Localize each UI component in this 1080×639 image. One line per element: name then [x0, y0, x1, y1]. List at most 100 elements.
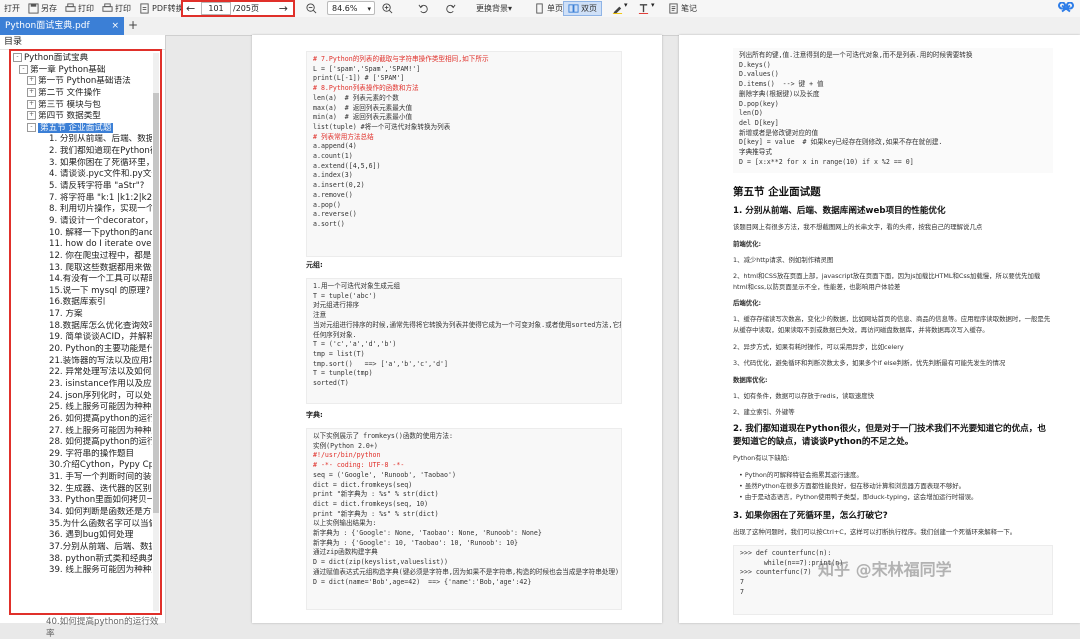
outline-item[interactable]: 24. json序列化时，可以处理的	[11, 391, 152, 403]
outline-item[interactable]: - 第一章 Python基础	[11, 64, 152, 77]
single-page-button[interactable]: 单页	[530, 0, 567, 17]
outline-item[interactable]: + 第四节 数据类型	[11, 111, 152, 123]
outline-item-label: 第五节 企业面试题	[38, 122, 114, 133]
outline-item[interactable]: + 第二节 文件操作	[11, 87, 152, 100]
saveas-button[interactable]: 另存	[24, 0, 61, 17]
pdf-convert-button[interactable]: PDF转换	[135, 0, 188, 17]
code-line: len(a) # 列表元素的个数	[313, 93, 399, 102]
chevron-down-icon[interactable]: ▾	[651, 1, 655, 9]
outline-item[interactable]: 27. 线上服务可能因为种种原因	[11, 426, 152, 438]
outline-item[interactable]: 18.数据库怎么优化查询效率?	[11, 321, 152, 333]
outline-item[interactable]: 13. 爬取这些数据都用来做什么	[11, 263, 152, 275]
outline-item-label: 22. 异常处理写法以及如何主动	[49, 367, 152, 378]
highlighter-icon[interactable]	[612, 3, 623, 14]
close-tab-icon[interactable]: ×	[111, 17, 119, 35]
code-line: a.insert(0,2)	[313, 181, 365, 190]
print2-button[interactable]: 打印	[98, 0, 135, 17]
code-line: 新字典为 : {'Google': 10, 'Taobao': 10, 'Run…	[313, 538, 519, 547]
outline-item[interactable]: 14.有没有一个工具可以帮助查	[11, 274, 152, 286]
outline-item-label: 34. 如何判断是函数还是方法?	[49, 506, 152, 517]
expand-icon[interactable]: +	[27, 87, 36, 97]
scrollbar-thumb[interactable]	[153, 93, 159, 513]
code-line: del D[key]	[739, 118, 779, 127]
outline-item[interactable]: 39. 线上服务可能因为种种原因	[11, 565, 152, 577]
code-line: #!/usr/bin/python	[313, 451, 381, 460]
outline-item[interactable]: 25. 线上服务可能因为种种原因	[11, 402, 152, 414]
outline-item-label: 4. 请谈谈.pyc文件和.py文件的	[49, 169, 152, 180]
outline-item[interactable]: 2. 我们都知道现在Python很火	[11, 146, 152, 158]
rotate-right-icon[interactable]	[445, 3, 456, 14]
collapse-icon[interactable]: -	[19, 64, 28, 74]
expand-icon[interactable]: +	[27, 76, 36, 86]
outline-item-label: 11. how do I iterate over a s	[49, 239, 152, 250]
zoom-in-icon[interactable]	[382, 3, 393, 14]
outline-item[interactable]: - 第五节 企业面试题	[11, 122, 152, 135]
outline-item-label: Python面试宝典	[24, 53, 89, 63]
outline-item[interactable]: 35.为什么函数名字可以当做参数	[11, 519, 152, 531]
outline-item[interactable]: 22. 异常处理写法以及如何主动	[11, 367, 152, 379]
infinity-logo-icon[interactable]	[1058, 2, 1074, 15]
outline-item-overflow[interactable]: 40.如何提高python的运行效率	[46, 615, 165, 639]
prev-page-arrow-icon[interactable]: ←	[186, 2, 195, 16]
outline-item[interactable]: 5. 请反转字符串 "aStr"?	[11, 181, 152, 193]
code-line: T = tunple(tmp)	[313, 369, 373, 378]
outline-item[interactable]: 11. how do I iterate over a s	[11, 239, 152, 251]
outline-item[interactable]: + 第一节 Python基础语法	[11, 76, 152, 88]
change-background-button[interactable]: 更换背景 ▾	[472, 0, 516, 17]
code-line: D.items() --> 键 + 值	[739, 80, 824, 89]
outline-item[interactable]: 4. 请谈谈.pyc文件和.py文件的	[11, 169, 152, 181]
outline-item[interactable]: - Python面试宝典	[11, 53, 152, 65]
code-line: # 8.Python列表操作的函数和方法	[313, 84, 419, 93]
outline-item[interactable]: + 第三节 模块与包	[11, 99, 152, 112]
outline-item[interactable]: 16.数据库索引	[11, 297, 152, 309]
outline-item[interactable]: 28. 如何提高python的运行效率	[11, 437, 152, 449]
outline-sidebar: 目录 - Python面试宝典 - 第一章 Python基础 + 第一节 Python基础…	[0, 35, 166, 639]
zoom-out-icon[interactable]	[306, 3, 317, 14]
outline-item[interactable]: 8. 利用切片操作，实现一个trim	[11, 204, 152, 216]
add-tab-icon[interactable]: +	[128, 17, 138, 34]
outline-item[interactable]: 38. python新式类和经典类的区	[11, 554, 152, 566]
collapse-icon[interactable]: -	[13, 53, 22, 62]
collapse-icon[interactable]: -	[27, 122, 36, 132]
text-tool-icon[interactable]	[638, 3, 649, 14]
outline-item[interactable]: 29. 字符串的操作题目	[11, 449, 152, 461]
outline-item-label: 10. 解释一下python的and-or	[49, 227, 152, 238]
outline-item[interactable]: 33. Python里面如何拷贝一个对	[11, 495, 152, 507]
outline-item[interactable]: 32. 生成器、迭代器的区别?	[11, 484, 152, 496]
expand-icon[interactable]: +	[27, 111, 36, 121]
outline-item[interactable]: 21.装饰器的写法以及应用场景	[11, 356, 152, 368]
outline-scrollbar[interactable]	[153, 53, 159, 611]
open-button[interactable]: 打开	[0, 0, 24, 17]
page-number-input[interactable]: 101	[201, 2, 231, 15]
outline-item[interactable]: 34. 如何判断是函数还是方法?	[11, 507, 152, 519]
outline-item[interactable]: 20. Python的主要功能是什么?	[11, 344, 152, 356]
outline-item[interactable]: 36. 遇到bug如何处理	[11, 530, 152, 542]
chevron-down-icon[interactable]: ▾	[624, 1, 628, 9]
outline-item[interactable]: 17. 方案	[11, 309, 152, 321]
outline-item[interactable]: 37.分别从前端、后端、数据库阐	[11, 542, 152, 554]
outline-item[interactable]: 26. 如何提高python的运行效率	[11, 414, 152, 426]
outline-item[interactable]: 15.说一下 mysql 的原理?	[11, 286, 152, 298]
expand-icon[interactable]: +	[27, 99, 36, 109]
next-page-arrow-icon[interactable]: →	[279, 2, 288, 16]
outline-item[interactable]: 23. isinstance作用以及应用场	[11, 379, 152, 391]
outline-item[interactable]: 10. 解释一下python的and-or	[11, 228, 152, 240]
outline-item[interactable]: 30.介绍Cython，Pypy Cpytho	[11, 460, 152, 472]
notes-button[interactable]: 笔记	[664, 0, 701, 17]
outline-item-label: 13. 爬取这些数据都用来做什么	[49, 262, 152, 273]
zoom-select[interactable]: 84.6% ▾	[327, 1, 375, 15]
outline-item-label: 第四节 数据类型	[38, 111, 101, 122]
outline-item[interactable]: 7. 将字符串 "k:1 |k1:2|k2:3|k3	[11, 193, 152, 205]
outline-item[interactable]: 31. 手写一个判断时间的装饰器	[11, 472, 152, 484]
outline-item[interactable]: 19. 简单谈谈ACID，并解释每一	[11, 332, 152, 344]
print-button[interactable]: 打印	[61, 0, 98, 17]
backend-title: 后端优化:	[733, 299, 762, 307]
outline-item[interactable]: 9. 请设计一个decorator，它可	[11, 216, 152, 228]
outline-item[interactable]: 12. 你在爬虫过程中，都是怎么	[11, 251, 152, 263]
outline-item[interactable]: 1. 分别从前端、后端、数据库阐	[11, 134, 152, 146]
code-line: D[key] = value # 如果key已经存在则修改,如果不存在就创建.	[739, 138, 943, 147]
double-page-button[interactable]: 双页	[563, 1, 602, 16]
tab-document[interactable]: Python面试宝典.pdf ×	[0, 17, 124, 35]
rotate-left-icon[interactable]	[418, 3, 429, 14]
outline-item[interactable]: 3. 如果你困在了死循环里，怎么	[11, 158, 152, 170]
